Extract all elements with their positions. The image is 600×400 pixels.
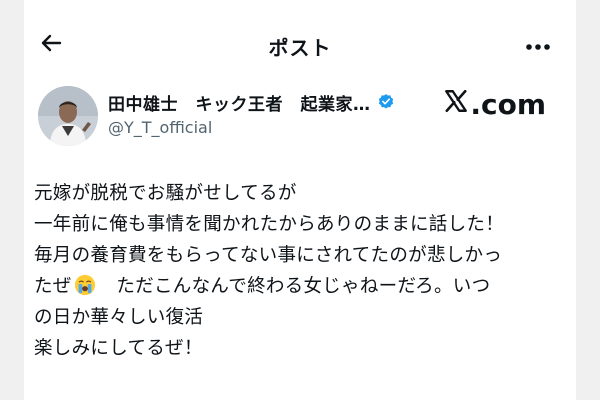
author-name[interactable]: 田中雄士 キック王者 起業家… <box>108 90 371 115</box>
post-line: 元嫁が脱税でお騒がせしてるが <box>34 183 297 204</box>
loudly-crying-face-icon <box>74 274 96 296</box>
watermark: .com <box>443 88 546 121</box>
post-line-with-emoji: たぜ ただこんなんで終わる女じゃねーだろ。いつ <box>34 271 564 302</box>
right-margin <box>576 0 600 400</box>
watermark-text: .com <box>470 88 546 121</box>
left-margin <box>0 0 24 400</box>
page-title: ポスト <box>268 36 332 60</box>
x-logo-icon <box>443 88 470 121</box>
post-line: の日か華々しい復活 <box>34 307 204 328</box>
more-options-button[interactable] <box>522 30 554 60</box>
post-text: 元嫁が脱税でお騒がせしてるが 一年前に俺も事情を聞かれたからありのままに話した！… <box>34 178 564 364</box>
post-line: 楽しみにしてるぜ！ <box>34 338 203 359</box>
post-card: ポスト 田中雄士 キック王者 起業家… @Y_T_official .com 元… <box>24 0 576 400</box>
author-handle[interactable]: @Y_T_official <box>108 118 395 137</box>
post-line: 毎月の養育費をもらってない事にされてたのが悲しかっ <box>34 245 503 266</box>
verified-badge-icon <box>377 93 395 111</box>
avatar[interactable] <box>38 86 98 146</box>
post-line: 一年前に俺も事情を聞かれたからありのままに話した！ <box>34 214 505 235</box>
avatar-photo <box>38 86 98 146</box>
author-info: 田中雄士 キック王者 起業家… @Y_T_official <box>108 90 395 137</box>
more-horizontal-icon <box>525 36 551 55</box>
top-bar: ポスト <box>24 22 576 66</box>
post-line-segment: ただこんなんで終わる女じゃねーだろ。いつ <box>97 276 491 297</box>
post-line-segment: たぜ <box>34 276 72 297</box>
